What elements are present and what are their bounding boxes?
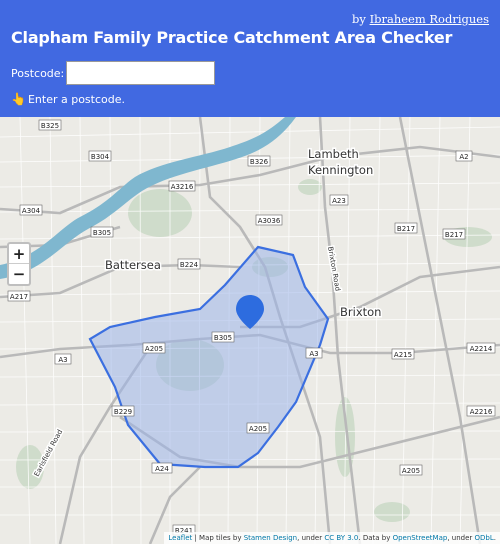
road-shield: A217 [7,290,31,302]
road-shield: A3 [54,353,72,365]
svg-text:A3: A3 [309,350,318,358]
pointing-hand-icon: 👆 [11,92,26,106]
place-label-battersea: Battersea [105,258,161,272]
svg-text:A215: A215 [394,351,412,359]
map-view[interactable]: Battersea Lambeth Kennington Brixton Bri… [0,117,500,544]
attribution-text: , under [297,534,325,542]
road-shield: A2 [455,150,473,162]
map-canvas: Battersea Lambeth Kennington Brixton Bri… [0,117,500,544]
byline-prefix: by [352,12,366,26]
svg-text:B304: B304 [91,153,110,161]
road-shield: A2214 [466,342,496,354]
app-header: by Ibraheem Rodrigues Clapham Family Pra… [0,0,500,117]
svg-text:A3: A3 [58,356,67,364]
svg-text:B217: B217 [397,225,415,233]
zoom-in-button[interactable]: + [9,244,29,264]
svg-text:B325: B325 [41,122,59,130]
svg-text:A2: A2 [459,153,468,161]
svg-text:A2214: A2214 [470,345,493,353]
road-shield: A205 [246,422,270,434]
ccby-link[interactable]: CC BY 3.0 [324,534,358,542]
status-message: 👆 Enter a postcode. [11,92,125,106]
road-shield: A2216 [466,405,496,417]
svg-text:B224: B224 [180,261,199,269]
road-shield: A205 [142,342,166,354]
attribution-text: , under [447,534,475,542]
road-shield: B305 [90,226,114,238]
road-shield: B304 [88,150,112,162]
leaflet-link[interactable]: Leaflet [168,534,192,542]
odbl-link[interactable]: ODbL [475,534,494,542]
svg-text:A205: A205 [249,425,267,433]
svg-text:A304: A304 [22,207,41,215]
svg-text:A2216: A2216 [470,408,493,416]
status-text: Enter a postcode. [27,92,125,106]
road-shield: A215 [391,348,415,360]
osm-link[interactable]: OpenStreetMap [393,534,448,542]
map-attribution: Leaflet | Map tiles by Stamen Design, un… [164,532,500,544]
road-shield: A3 [305,347,323,359]
svg-text:A205: A205 [145,345,163,353]
page-title: Clapham Family Practice Catchment Area C… [11,28,453,47]
svg-text:A24: A24 [155,465,169,473]
road-shield: B217 [442,228,466,240]
road-shield: B224 [177,258,201,270]
svg-text:B217: B217 [445,231,463,239]
attribution-text: . Data by [358,534,393,542]
road-shield: A3036 [255,214,283,226]
road-shield: A23 [329,194,349,206]
zoom-out-button[interactable]: − [9,264,29,284]
byline: by Ibraheem Rodrigues [352,12,489,26]
road-shield: A304 [19,204,43,216]
road-shield: B229 [111,405,135,417]
road-shield: B325 [38,119,62,131]
svg-text:B305: B305 [93,229,111,237]
svg-text:A217: A217 [10,293,28,301]
road-shield: B217 [394,222,418,234]
catchment-area[interactable] [88,245,330,469]
svg-text:A205: A205 [402,467,420,475]
attribution-text: . [493,534,496,542]
svg-text:A3036: A3036 [258,217,281,225]
postcode-input[interactable] [66,61,216,85]
svg-text:B326: B326 [250,158,269,166]
stamen-link[interactable]: Stamen Design [244,534,297,542]
postcode-row: Postcode: [11,61,216,85]
road-shield: B326 [247,155,271,167]
svg-text:A3216: A3216 [171,183,194,191]
svg-text:A23: A23 [332,197,346,205]
road-shield: A24 [151,462,173,474]
svg-text:B305: B305 [214,334,232,342]
place-label-kennington: Kennington [308,163,373,177]
place-label-lambeth: Lambeth [308,147,359,161]
attribution-text: | Map tiles by [192,534,244,542]
road-shield: A205 [399,464,423,476]
author-link[interactable]: Ibraheem Rodrigues [370,12,489,26]
road-label-brixton-road: Brixton Road [326,246,342,292]
postcode-label: Postcode: [11,66,65,80]
svg-text:B229: B229 [114,408,132,416]
road-shield: B305 [211,331,235,343]
zoom-control: + − [7,242,31,286]
road-shield: A3216 [168,180,196,192]
place-label-brixton: Brixton [340,305,381,319]
